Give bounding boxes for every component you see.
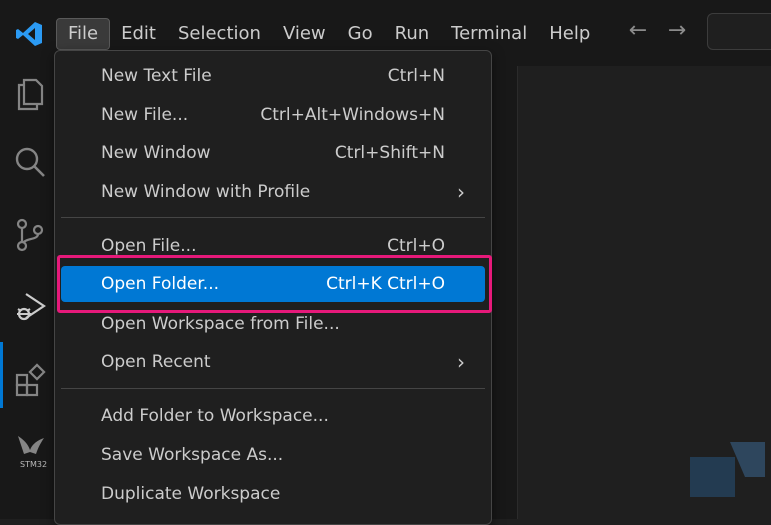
stm32-label: STM32 [20, 460, 48, 469]
command-center-search[interactable] [707, 13, 771, 50]
watermark-logo-icon [690, 442, 765, 497]
menu-terminal[interactable]: Terminal [440, 18, 538, 50]
chevron-right-icon: › [457, 180, 465, 204]
menu-item-label: New Window with Profile [101, 182, 311, 202]
menu-view[interactable]: View [272, 18, 337, 50]
forward-arrow-icon[interactable]: → [664, 18, 690, 44]
menu-separator [61, 217, 485, 218]
annotation-highlight-box [57, 255, 492, 313]
activity-bar: STM32 [0, 66, 58, 519]
menu-item-open-recent[interactable]: Open Recent › [61, 344, 485, 380]
menu-item-save-workspace-as[interactable]: Save Workspace As... [61, 437, 485, 473]
menu-go[interactable]: Go [337, 18, 384, 50]
menu-item-new-window-with-profile[interactable]: New Window with Profile › [61, 174, 485, 210]
source-control-icon[interactable] [12, 216, 48, 252]
menu-item-new-text-file[interactable]: New Text File Ctrl+N [61, 58, 485, 94]
menu-edit[interactable]: Edit [110, 18, 167, 50]
back-arrow-icon[interactable]: ← [625, 18, 651, 44]
explorer-icon[interactable] [12, 76, 48, 112]
menu-item-label: New Window [101, 143, 211, 163]
menu-item-new-window[interactable]: New Window Ctrl+Shift+N [61, 135, 485, 171]
menu-selection[interactable]: Selection [167, 18, 272, 50]
menu-item-shortcut: Ctrl+Alt+Windows+N [260, 105, 445, 125]
menu-item-label: Open Recent [101, 352, 211, 372]
run-debug-icon[interactable] [12, 288, 48, 324]
menu-run[interactable]: Run [384, 18, 441, 50]
chevron-right-icon: › [457, 350, 465, 374]
menu-item-label: New File... [101, 105, 189, 125]
menu-item-shortcut: Ctrl+Shift+N [334, 143, 445, 163]
menu-item-add-folder-to-workspace[interactable]: Add Folder to Workspace... [61, 398, 485, 434]
menu-item-label: Add Folder to Workspace... [101, 406, 329, 426]
menu-item-duplicate-workspace[interactable]: Duplicate Workspace [61, 476, 485, 512]
menu-separator [61, 388, 485, 389]
extensions-icon[interactable] [12, 362, 48, 398]
menu-item-label: Duplicate Workspace [101, 484, 281, 504]
menu-bar: File Edit Selection View Go Run Terminal… [56, 18, 601, 50]
vscode-logo-icon[interactable] [14, 19, 44, 49]
active-indicator [0, 342, 3, 408]
menu-item-label: New Text File [101, 66, 212, 86]
menu-file[interactable]: File [56, 18, 111, 50]
menu-item-new-file[interactable]: New File... Ctrl+Alt+Windows+N [61, 97, 485, 133]
search-icon[interactable] [12, 144, 48, 180]
menu-item-label: Save Workspace As... [101, 445, 284, 465]
menu-item-shortcut: Ctrl+N [387, 66, 445, 86]
menu-help[interactable]: Help [538, 18, 601, 50]
